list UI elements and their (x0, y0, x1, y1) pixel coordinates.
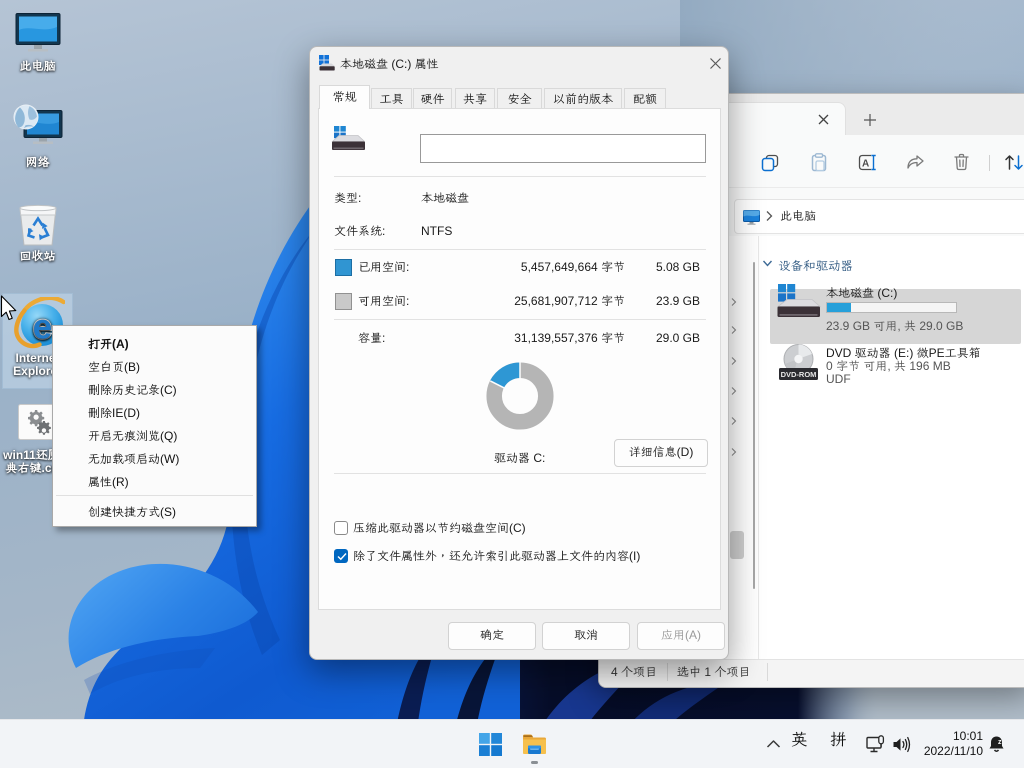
svg-text:DVD-ROM: DVD-ROM (781, 370, 817, 379)
svg-text:e: e (32, 308, 51, 347)
svg-text:z: z (998, 739, 1002, 746)
svg-text:A: A (862, 159, 869, 170)
